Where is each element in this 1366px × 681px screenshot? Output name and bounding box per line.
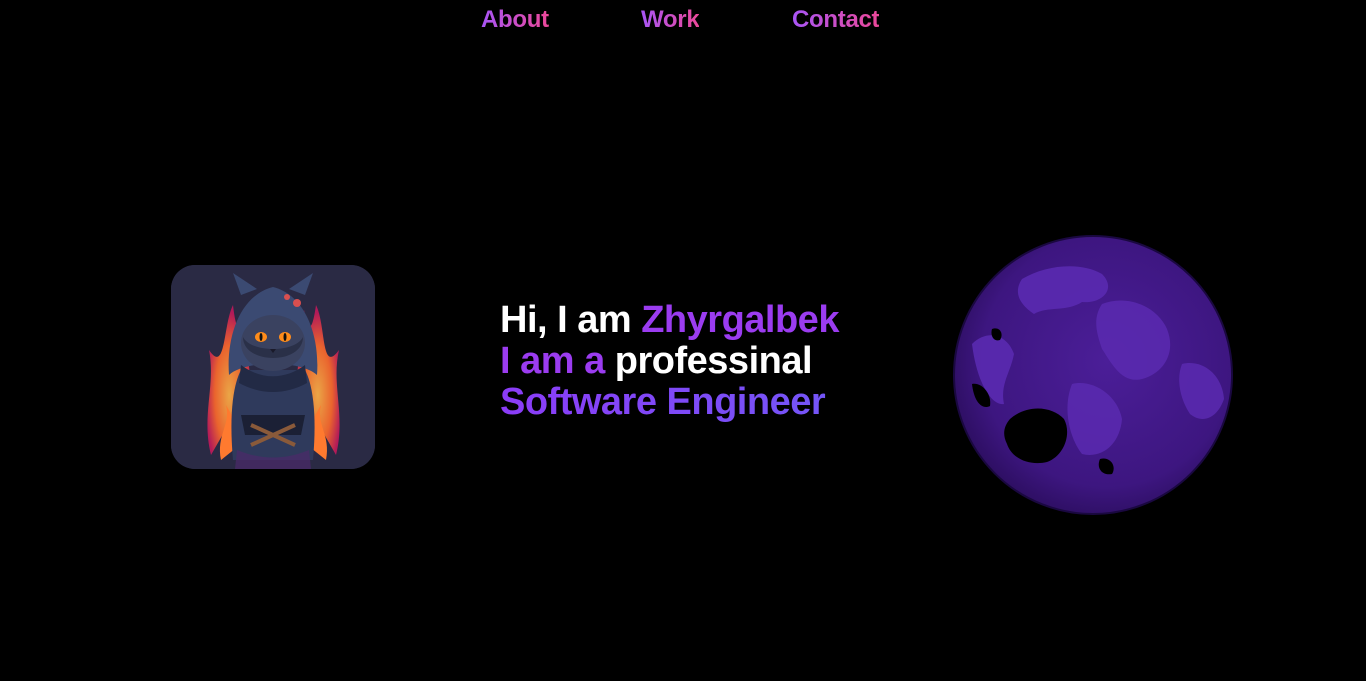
hero-role-prefix: I am a	[500, 340, 605, 382]
globe[interactable]	[952, 234, 1234, 516]
hero-line-role: I am a professinal	[500, 341, 930, 382]
nav-link-about[interactable]: About	[481, 5, 549, 35]
avatar	[171, 265, 375, 469]
nav-link-work[interactable]: Work	[641, 5, 700, 35]
nav-link-contact[interactable]: Contact	[792, 5, 880, 35]
hero-role-adjective: professinal	[614, 340, 813, 382]
top-navigation: About Work Contact	[0, 5, 1366, 37]
hero-greeting: Hi, I am	[500, 299, 632, 341]
hero-role-title: Software Engineer	[500, 382, 930, 423]
hero-headline: Hi, I am Zhyrgalbek I am a professinal S…	[500, 300, 930, 423]
hooded-cat-avatar-icon	[171, 265, 375, 469]
globe-icon	[953, 235, 1233, 515]
hero-name: Zhyrgalbek	[641, 299, 839, 341]
hero-line-greeting: Hi, I am Zhyrgalbek	[500, 300, 930, 341]
